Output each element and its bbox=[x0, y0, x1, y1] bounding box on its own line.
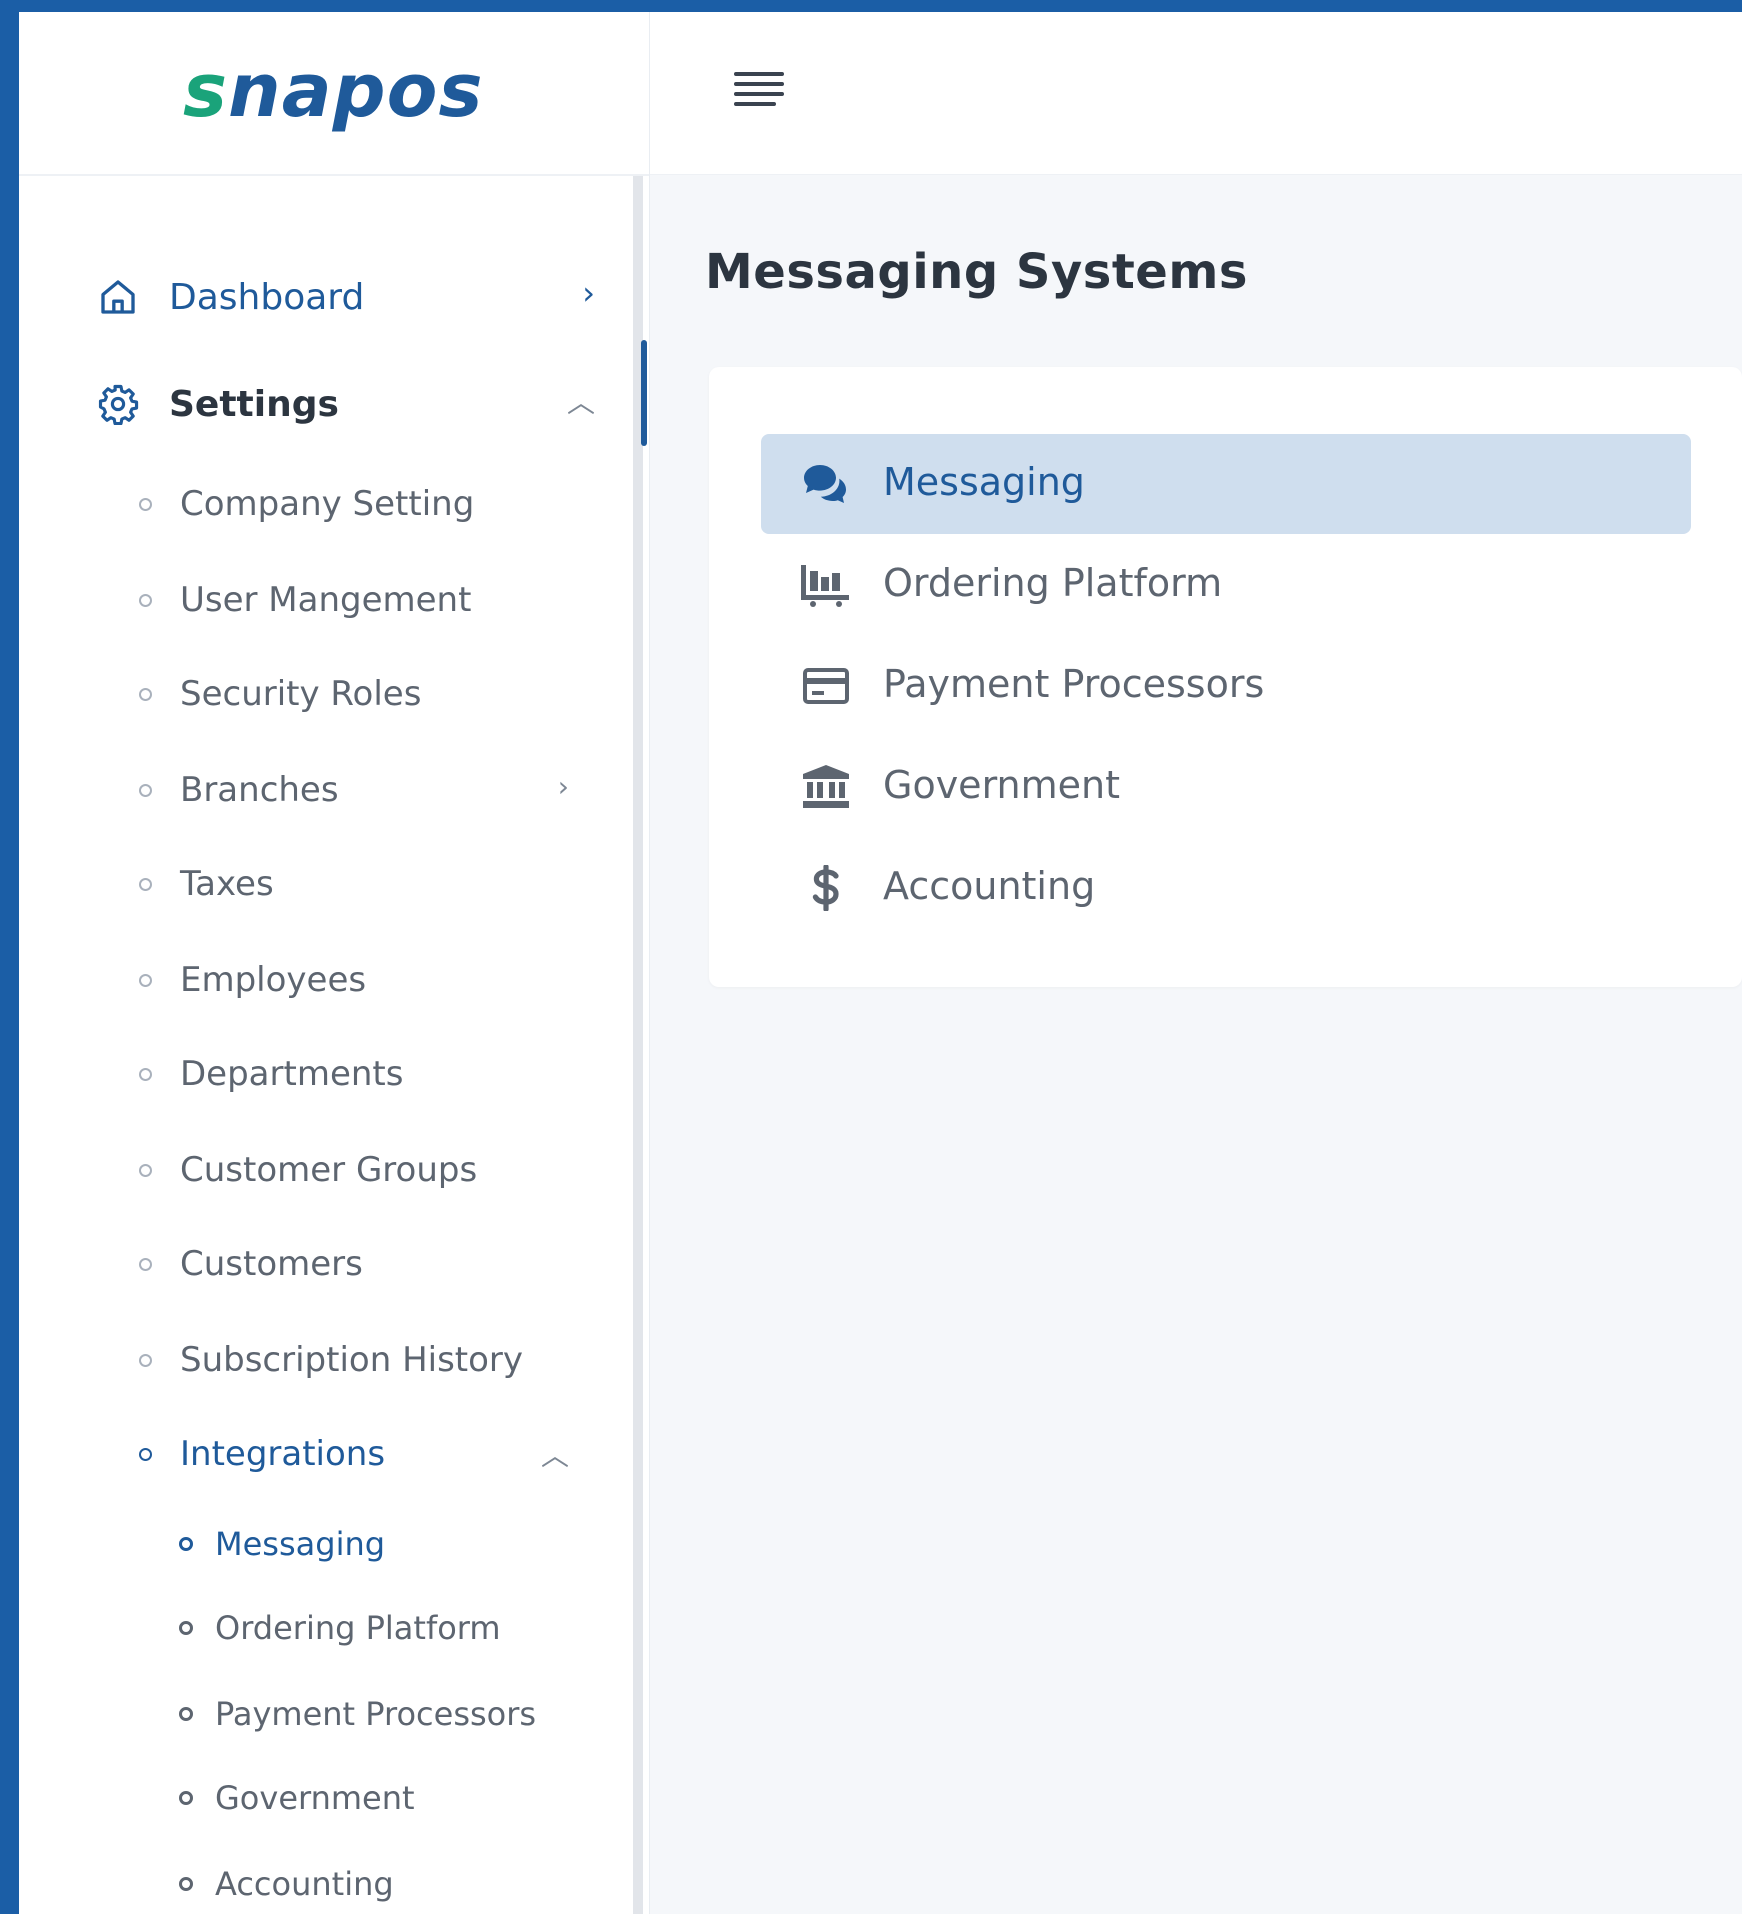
sidebar-item-security-roles[interactable]: Security Roles bbox=[139, 666, 569, 722]
dollar-icon bbox=[801, 865, 851, 911]
menu-item-government[interactable]: Government bbox=[761, 737, 1691, 837]
top-header bbox=[650, 12, 1742, 175]
sidebar-scrollbar-thumb[interactable] bbox=[641, 340, 647, 446]
menu-item-label: Accounting bbox=[883, 864, 1096, 908]
chevron-up-icon: ︿ bbox=[540, 1439, 569, 1472]
sidebar-item-branches[interactable]: Branches › bbox=[139, 762, 569, 818]
bullet-icon bbox=[139, 973, 152, 987]
sidebar: snapos Dashboard › Settings ︿ Company Se… bbox=[19, 12, 650, 1914]
bullet-icon bbox=[139, 1257, 152, 1271]
menu-item-messaging[interactable]: Messaging bbox=[761, 434, 1691, 534]
bullet-icon bbox=[139, 1353, 152, 1367]
cart-icon bbox=[801, 563, 851, 607]
sidebar-item-payment-processors[interactable]: Payment Processors bbox=[179, 1688, 599, 1740]
bullet-icon bbox=[179, 1537, 193, 1551]
app-window: snapos Dashboard › Settings ︿ Company Se… bbox=[19, 12, 1742, 1914]
sidebar-item-label: Dashboard bbox=[169, 276, 365, 318]
snapos-logo[interactable]: snapos bbox=[183, 48, 484, 134]
sidebar-item-settings[interactable]: Settings ︿ bbox=[95, 369, 605, 439]
sidebar-item-taxes[interactable]: Taxes bbox=[139, 856, 569, 912]
bullet-icon bbox=[139, 1447, 152, 1461]
menu-item-label: Government bbox=[883, 763, 1120, 807]
gear-icon bbox=[95, 381, 141, 427]
sidebar-item-customers[interactable]: Customers bbox=[139, 1236, 569, 1292]
menu-item-label: Messaging bbox=[883, 460, 1085, 504]
sidebar-item-government[interactable]: Government bbox=[179, 1772, 599, 1824]
top-accent-bar bbox=[0, 0, 486, 12]
bullet-icon bbox=[139, 593, 152, 607]
sidebar-item-integrations[interactable]: Integrations ︿ bbox=[139, 1426, 569, 1482]
sidebar-item-label: Settings bbox=[169, 383, 339, 425]
bullet-icon bbox=[139, 687, 152, 701]
bullet-icon bbox=[179, 1791, 193, 1805]
sidebar-item-messaging[interactable]: Messaging bbox=[179, 1518, 599, 1570]
sidebar-item-user-mangement[interactable]: User Mangement bbox=[139, 572, 569, 628]
menu-item-payment-processors[interactable]: Payment Processors bbox=[761, 636, 1691, 736]
bullet-icon bbox=[139, 1067, 152, 1081]
chevron-right-icon: › bbox=[582, 274, 595, 312]
bank-icon bbox=[801, 765, 851, 809]
credit-card-icon bbox=[801, 664, 851, 708]
bullet-icon bbox=[139, 497, 152, 511]
brand-header: snapos bbox=[19, 12, 649, 176]
sidebar-item-ordering-platform[interactable]: Ordering Platform bbox=[179, 1602, 599, 1654]
chat-icon bbox=[801, 462, 851, 506]
home-icon bbox=[95, 274, 141, 320]
page-title: Messaging Systems bbox=[705, 244, 1248, 300]
bullet-icon bbox=[179, 1877, 193, 1891]
menu-item-accounting[interactable]: Accounting bbox=[761, 838, 1691, 938]
bullet-icon bbox=[179, 1707, 193, 1721]
bullet-icon bbox=[139, 783, 152, 797]
menu-item-label: Payment Processors bbox=[883, 662, 1265, 706]
sidebar-item-company-setting[interactable]: Company Setting bbox=[139, 476, 569, 532]
menu-item-label: Ordering Platform bbox=[883, 561, 1223, 605]
sidebar-item-employees[interactable]: Employees bbox=[139, 952, 569, 1008]
sidebar-item-customer-groups[interactable]: Customer Groups bbox=[139, 1142, 569, 1198]
sidebar-item-accounting[interactable]: Accounting bbox=[179, 1858, 599, 1910]
bullet-icon bbox=[179, 1621, 193, 1635]
menu-toggle-icon[interactable] bbox=[734, 68, 786, 112]
sidebar-item-departments[interactable]: Departments bbox=[139, 1046, 569, 1102]
sidebar-item-dashboard[interactable]: Dashboard › bbox=[95, 262, 605, 332]
bullet-icon bbox=[139, 1163, 152, 1177]
bullet-icon bbox=[139, 877, 152, 891]
integrations-menu-card: Messaging Ordering Platform Payment Proc… bbox=[709, 367, 1742, 987]
chevron-right-icon: › bbox=[557, 770, 569, 803]
chevron-up-icon: ︿ bbox=[566, 386, 595, 419]
sidebar-item-subscription-history[interactable]: Subscription History bbox=[139, 1332, 569, 1388]
menu-item-ordering-platform[interactable]: Ordering Platform bbox=[761, 535, 1691, 635]
